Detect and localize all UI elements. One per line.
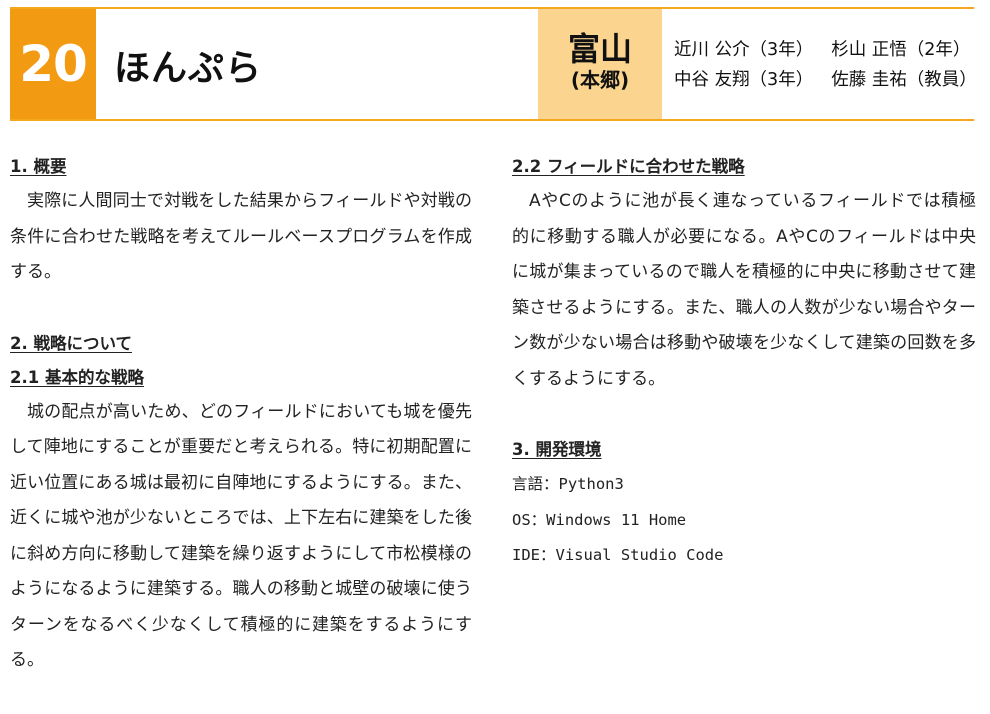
team-name: ほんぷら xyxy=(114,48,263,89)
env-ide: IDE：Visual Studio Code xyxy=(512,546,724,564)
region-campus: (本郷) xyxy=(570,68,630,92)
member-name: 杉山 正悟（2年） xyxy=(831,40,971,60)
env-os: OS：Windows 11 Home xyxy=(512,510,687,529)
member-name: 中谷 友翔（3年） xyxy=(674,70,814,90)
right-column: 2.2 フィールドに合わせた戦略 AやCのように池が長く連なっているフィールドで… xyxy=(512,150,976,574)
basic-strategy-text: 城の配点が高いため、どのフィールドにおいても城を優先して陣地にすることが重要だと… xyxy=(10,401,472,671)
left-column: 1. 概要 実際に人間同士で対戦をした結果からフィールドや対戦の条件に合わせた戦… xyxy=(10,150,472,679)
member-name: 近川 公介（3年） xyxy=(674,40,814,60)
env-language: 言語：Python3 xyxy=(512,475,624,493)
field-strategy-text: AやCのように池が長く連なっているフィールドでは積極的に移動する職人が必要になる… xyxy=(512,191,976,389)
field-strategy-heading: 2.2 フィールドに合わせた戦略 xyxy=(512,157,745,176)
overview-heading: 1. 概要 xyxy=(10,157,67,176)
member-row: 近川 公介（3年） 杉山 正悟（2年） xyxy=(674,35,977,65)
region-name: 富山 xyxy=(567,30,632,68)
team-number: 20 xyxy=(10,9,96,119)
member-row: 中谷 友翔（3年） 佐藤 圭祐（教員） xyxy=(674,65,977,95)
member-name: 佐藤 圭祐（教員） xyxy=(831,70,977,90)
team-header: 20 ほんぷら 富山 (本郷) 近川 公介（3年） 杉山 正悟（2年） 中谷 友翔… xyxy=(10,7,977,121)
overview-text: 実際に人間同士で対戦をした結果からフィールドや対戦の条件に合わせた戦略を考えてル… xyxy=(10,191,472,282)
strategy-heading: 2. 戦略について xyxy=(10,333,132,353)
member-list: 近川 公介（3年） 杉山 正悟（2年） 中谷 友翔（3年） 佐藤 圭祐（教員） xyxy=(674,35,977,95)
basic-strategy-heading: 2.1 基本的な戦略 xyxy=(10,367,144,387)
region-badge: 富山 (本郷) xyxy=(538,9,662,119)
dev-env-heading: 3. 開発環境 xyxy=(512,440,602,459)
